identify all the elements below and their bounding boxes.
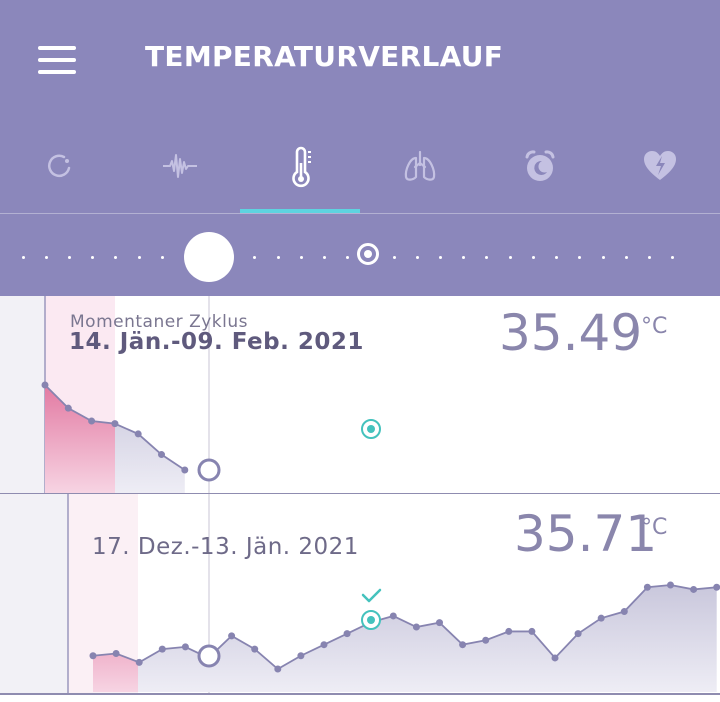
temperature-point <box>251 645 259 653</box>
temperature-point <box>482 636 490 644</box>
cycle-date-range: 14. Jän.-09. Feb. 2021 <box>69 329 364 355</box>
timeline-day-dot <box>578 256 581 259</box>
timeline-day-dot <box>509 256 512 259</box>
temperature-point <box>181 466 189 474</box>
temperature-point <box>389 612 397 620</box>
temperature-point <box>41 381 49 389</box>
temperature-point <box>158 451 165 459</box>
temperature-point <box>505 627 513 635</box>
timeline-day-dot <box>393 256 396 259</box>
alarm-clock-icon <box>525 150 555 181</box>
temperature-point <box>551 654 559 662</box>
temperature-point <box>228 632 236 640</box>
tab-cycle[interactable] <box>0 138 120 208</box>
temperature-point <box>181 643 189 651</box>
timeline-day-dot <box>91 256 94 259</box>
temperature-point <box>297 652 305 660</box>
temperature-point <box>64 404 72 412</box>
temperature-point <box>667 581 674 589</box>
timeline-day-dot <box>625 256 628 259</box>
temperature-point <box>134 430 142 438</box>
temperature-point <box>158 645 166 653</box>
temperature-point <box>528 627 536 635</box>
temperature-point <box>574 630 582 638</box>
timeline-slider-handle[interactable] <box>184 232 234 282</box>
ovulation-marker-icon[interactable] <box>357 243 379 265</box>
heart-bolt-icon <box>644 151 676 180</box>
timeline-day-dot <box>346 256 349 259</box>
temperature-point <box>643 583 651 591</box>
temperature-point <box>713 583 720 591</box>
temperature-point <box>412 623 420 631</box>
current-day-marker <box>197 458 221 482</box>
lungs-icon <box>404 150 436 181</box>
tab-pulse[interactable] <box>120 138 240 208</box>
timeline-day-dot <box>532 256 535 259</box>
timeline-day-dot <box>253 256 256 259</box>
card-divider <box>0 693 720 695</box>
cycle-ring-icon <box>48 154 71 178</box>
timeline-day-dot <box>323 256 326 259</box>
cycle-date-range: 17. Dez.-13. Jän. 2021 <box>92 534 359 560</box>
tab-breathing[interactable] <box>360 138 480 208</box>
temperature-point <box>597 614 605 622</box>
page-title: TEMPERATURVERLAUF <box>145 40 504 73</box>
timeline-day-dot <box>161 256 164 259</box>
temperature-point <box>620 608 628 616</box>
timeline-day-dot <box>45 256 48 259</box>
timeline-day-dot <box>114 256 117 259</box>
temperature-point <box>88 417 96 425</box>
timeline-day-dot <box>416 256 419 259</box>
timeline-day-dot <box>439 256 442 259</box>
timeline-day-dot <box>671 256 674 259</box>
temperature-point <box>436 619 443 627</box>
tab-temperature[interactable] <box>240 138 360 208</box>
temperature-point <box>135 658 143 666</box>
ovulation-check-icon <box>361 588 382 630</box>
temperature-point <box>343 630 351 638</box>
current-day-marker <box>197 644 221 668</box>
temperature-unit: °C <box>641 515 668 540</box>
tab-sleep[interactable] <box>480 138 600 208</box>
tab-hrv[interactable] <box>600 138 720 208</box>
timeline-day-dot <box>602 256 605 259</box>
hamburger-menu-icon[interactable] <box>38 46 76 74</box>
app-header: TEMPERATURVERLAUF <box>0 0 720 296</box>
temperature-value: 35.71 <box>514 505 658 563</box>
timeline-day-dot <box>462 256 465 259</box>
thermometer-icon <box>292 146 311 188</box>
temperature-point <box>459 641 467 649</box>
timeline-day-dot <box>138 256 141 259</box>
temperature-unit: °C <box>641 314 668 339</box>
temperature-point <box>320 641 328 649</box>
waveform-icon <box>163 154 197 178</box>
ovulation-point-icon <box>361 419 381 439</box>
temperature-point <box>111 420 119 428</box>
timeline-day-dot <box>555 256 558 259</box>
temperature-point <box>274 665 282 673</box>
timeline-day-dot <box>300 256 303 259</box>
category-tabs <box>0 138 720 214</box>
temperature-point <box>89 652 97 660</box>
temperature-area <box>93 585 717 692</box>
timeline-day-dot <box>648 256 651 259</box>
temperature-value: 35.49 <box>499 304 643 362</box>
temperature-point <box>112 650 120 658</box>
timeline-day-dot <box>277 256 280 259</box>
timeline-day-dot <box>68 256 71 259</box>
timeline-day-dot <box>485 256 488 259</box>
timeline-day-dot <box>22 256 25 259</box>
cycle-card-current[interactable]: Momentaner Zyklus 14. Jän.-09. Feb. 2021… <box>0 296 720 493</box>
cycle-card-previous[interactable]: 17. Dez.-13. Jän. 2021 35.71 °C <box>0 494 720 694</box>
temperature-point <box>690 585 698 593</box>
